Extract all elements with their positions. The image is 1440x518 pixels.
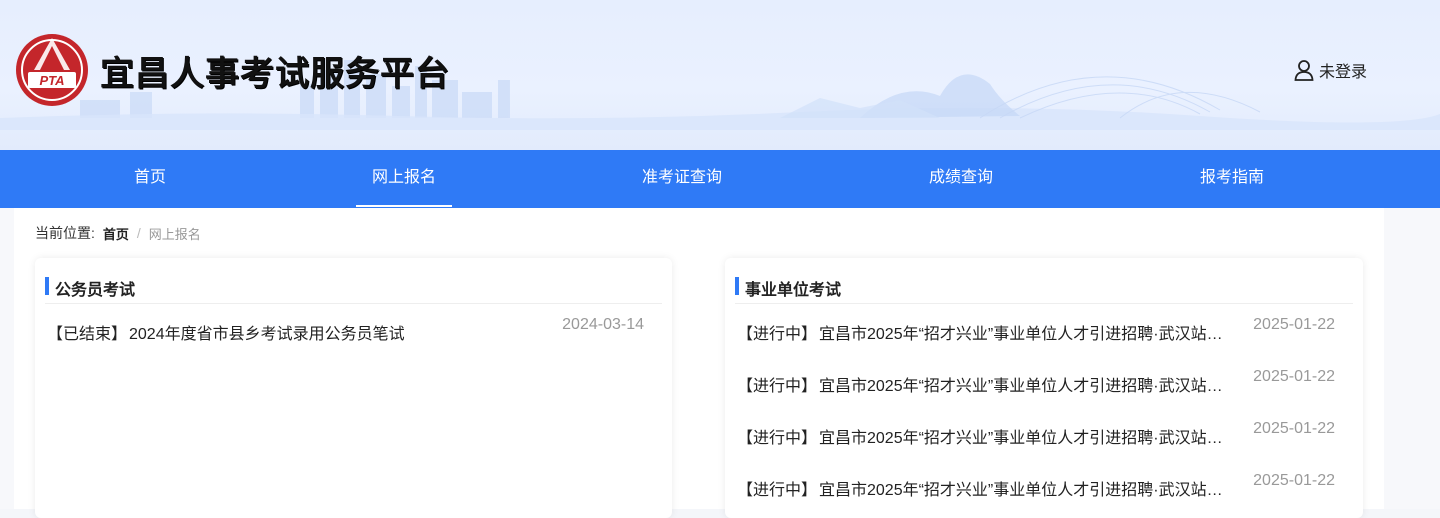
- panel-accent-bar: [735, 277, 739, 295]
- svg-text:PTA: PTA: [39, 73, 64, 88]
- panel-header: 公务员考试: [45, 272, 662, 304]
- panel-title[interactable]: 公务员考试: [55, 276, 135, 300]
- nav-item-home[interactable]: 首页: [110, 150, 190, 208]
- exam-status-tag: 【进行中】: [737, 430, 818, 447]
- breadcrumb: 当前位置: 首页 / 网上报名: [35, 223, 201, 243]
- exam-status-tag: 【进行中】: [737, 378, 818, 395]
- panel-title[interactable]: 事业单位考试: [745, 276, 841, 300]
- breadcrumb-home-link[interactable]: 首页: [103, 224, 129, 243]
- exam-list-item[interactable]: 【已结束】 2024年度省市县乡考试录用公务员笔试 2024-03-14: [47, 316, 644, 344]
- nav-item-online-registration[interactable]: 网上报名: [356, 150, 452, 208]
- exam-date: 2025-01-22: [1253, 420, 1335, 437]
- exam-title-link[interactable]: 宜昌市2025年“招才兴业”事业单位人才引进招聘·武汉站…: [819, 320, 1237, 344]
- exam-list-item[interactable]: 【进行中】 宜昌市2025年“招才兴业”事业单位人才引进招聘·武汉站… 2025…: [737, 316, 1335, 344]
- exam-date: 2025-01-22: [1253, 472, 1335, 489]
- breadcrumb-prefix: 当前位置:: [35, 225, 95, 241]
- exam-status-tag: 【进行中】: [737, 326, 818, 343]
- exam-title-link[interactable]: 2024年度省市县乡考试录用公务员笔试: [129, 320, 559, 344]
- exam-date: 2025-01-22: [1253, 316, 1335, 333]
- exam-date: 2025-01-22: [1253, 368, 1335, 385]
- nav-item-admission-ticket[interactable]: 准考证查询: [630, 150, 734, 208]
- site-header: PTA 宜昌人事考试服务平台 未登录: [0, 0, 1440, 150]
- public-institution-exam-panel: 事业单位考试 【进行中】 宜昌市2025年“招才兴业”事业单位人才引进招聘·武汉…: [725, 258, 1363, 518]
- exam-status-tag: 【已结束】: [47, 326, 128, 343]
- exam-title-link[interactable]: 宜昌市2025年“招才兴业”事业单位人才引进招聘·武汉站…: [819, 372, 1237, 396]
- exam-list-item[interactable]: 【进行中】 宜昌市2025年“招才兴业”事业单位人才引进招聘·武汉站… 2025…: [737, 472, 1335, 500]
- panel-accent-bar: [45, 277, 49, 295]
- breadcrumb-current: 网上报名: [148, 226, 201, 242]
- main-nav: 首页 网上报名 准考证查询 成绩查询 报考指南: [0, 150, 1440, 208]
- panel-header: 事业单位考试: [735, 272, 1353, 304]
- exam-title-link[interactable]: 宜昌市2025年“招才兴业”事业单位人才引进招聘·武汉站…: [819, 424, 1237, 448]
- civil-servant-exam-panel: 公务员考试 【已结束】 2024年度省市县乡考试录用公务员笔试 2024-03-…: [35, 258, 672, 518]
- exam-list-item[interactable]: 【进行中】 宜昌市2025年“招才兴业”事业单位人才引进招聘·武汉站… 2025…: [737, 420, 1335, 448]
- exam-date: 2024-03-14: [562, 316, 644, 333]
- site-logo[interactable]: PTA 宜昌人事考试服务平台: [14, 32, 450, 108]
- exam-list-item[interactable]: 【进行中】 宜昌市2025年“招才兴业”事业单位人才引进招聘·武汉站… 2025…: [737, 368, 1335, 396]
- exam-title-link[interactable]: 宜昌市2025年“招才兴业”事业单位人才引进招聘·武汉站…: [819, 476, 1237, 500]
- login-status[interactable]: 未登录: [1294, 58, 1367, 82]
- user-icon: [1294, 60, 1314, 81]
- nav-item-exam-guide[interactable]: 报考指南: [1186, 150, 1278, 208]
- nav-item-score-query[interactable]: 成绩查询: [915, 150, 1007, 208]
- pta-emblem-icon: PTA: [16, 34, 88, 106]
- login-status-label: 未登录: [1319, 64, 1368, 81]
- exam-status-tag: 【进行中】: [737, 482, 818, 499]
- site-title: 宜昌人事考试服务平台: [100, 53, 450, 94]
- breadcrumb-separator: /: [136, 225, 141, 241]
